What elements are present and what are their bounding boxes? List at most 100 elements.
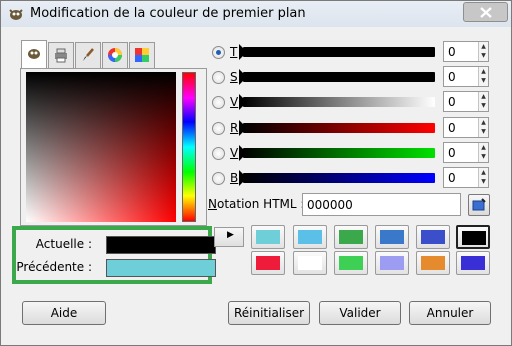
add-to-history-button[interactable]: ▶ [214,227,244,247]
history-swatch[interactable] [293,225,327,249]
hue-strip[interactable] [182,72,196,222]
slider-spinbox-0[interactable]: 0 ▲ ▼ [443,41,489,62]
titlebar: Modification de la couleur de premier pl… [1,1,511,27]
current-color-swatch [106,236,216,254]
slider-radio-4[interactable] [212,147,225,160]
html-notation-label: Notation HTML : [208,197,305,211]
spin-arrows[interactable]: ▲ ▼ [478,118,488,137]
slider-spinbox-1[interactable]: 0 ▲ ▼ [443,66,489,87]
history-swatch[interactable] [375,251,409,275]
saturation-value-area[interactable] [26,72,176,222]
slider-radio-0[interactable] [212,46,225,59]
color-comparison: Actuelle : Précédente : [12,226,216,284]
slider-radio-3[interactable] [212,122,225,135]
history-swatch-color [462,231,486,245]
spin-arrows[interactable]: ▲ ▼ [478,67,488,86]
spin-arrows[interactable]: ▲ ▼ [478,92,488,111]
html-notation-input[interactable]: 000000 [302,193,461,216]
history-swatch[interactable] [293,251,327,275]
tab-color-wheel[interactable] [102,42,128,68]
tab-gimp[interactable] [21,40,47,69]
tab-brush[interactable] [75,42,101,68]
spinbox-value: 0 [448,45,456,59]
spin-arrows[interactable]: ▲ ▼ [478,143,488,162]
spinbox-value: 0 [448,121,456,135]
current-color-label: Actuelle : [35,237,92,251]
history-swatch[interactable] [251,251,285,275]
slider-spinbox-5[interactable]: 0 ▲ ▼ [443,167,489,188]
slider-bar-2[interactable] [243,97,435,107]
history-swatch[interactable] [334,225,368,249]
history-swatch[interactable] [416,251,450,275]
spin-up-icon[interactable]: ▲ [479,67,488,76]
slider-bar-4[interactable] [243,148,435,158]
history-swatch[interactable] [251,225,285,249]
cancel-button[interactable]: Annuler [409,301,491,325]
history-swatch-color [461,256,485,270]
history-swatch[interactable] [375,225,409,249]
slider-bar-3[interactable] [243,123,435,133]
slider-label-3: R [230,121,239,135]
spinbox-value: 0 [448,171,456,185]
tab-palette[interactable] [129,42,155,68]
slider-bar-1[interactable] [243,72,435,82]
gimp-icon [9,9,23,20]
slider-bar-0[interactable] [243,47,435,57]
spin-up-icon[interactable]: ▲ [479,92,488,101]
play-arrow-icon: ▶ [227,230,234,240]
spin-down-icon[interactable]: ▼ [479,152,488,161]
spin-up-icon[interactable]: ▲ [479,118,488,127]
color-wheel-icon [108,48,122,62]
spin-up-icon[interactable]: ▲ [479,168,488,177]
spin-arrows[interactable]: ▲ ▼ [478,168,488,187]
history-swatch-color [421,256,445,270]
slider-label-1: S [230,70,238,84]
reset-button[interactable]: Réinitialiser [228,301,310,325]
window-title: Modification de la couleur de premier pl… [30,6,306,21]
previous-color-label: Précédente : [16,260,92,274]
spinbox-value: 0 [448,70,456,84]
slider-radio-1[interactable] [212,71,225,84]
history-swatch-color [380,256,404,270]
history-swatch-color [380,230,404,244]
history-swatch-color [298,256,322,270]
slider-spinbox-2[interactable]: 0 ▲ ▼ [443,91,489,112]
history-swatch[interactable] [416,225,450,249]
spin-down-icon[interactable]: ▼ [479,76,488,85]
history-swatch[interactable] [334,251,368,275]
history-swatch-color [256,230,280,244]
spin-down-icon[interactable]: ▼ [479,127,488,136]
spinbox-value: 0 [448,146,456,160]
color-dialog: Modification de la couleur de premier pl… [0,0,512,346]
spin-arrows[interactable]: ▲ ▼ [478,42,488,61]
spin-down-icon[interactable]: ▼ [479,101,488,110]
previous-color-swatch[interactable] [106,259,216,277]
spin-up-icon[interactable]: ▲ [479,42,488,51]
tab-printer[interactable] [48,42,74,68]
slider-label-5: B [230,171,239,185]
history-swatch[interactable] [456,251,490,275]
slider-radio-5[interactable] [212,172,225,185]
slider-radio-2[interactable] [212,96,225,109]
gimp-icon [28,49,40,59]
spin-down-icon[interactable]: ▼ [479,177,488,186]
slider-label-2: V [230,95,239,109]
palette-icon [135,48,149,62]
close-button[interactable] [463,2,508,22]
slider-spinbox-3[interactable]: 0 ▲ ▼ [443,117,489,138]
history-swatch-color [421,230,445,244]
history-swatch-color [298,230,322,244]
slider-spinbox-4[interactable]: 0 ▲ ▼ [443,142,489,163]
spin-down-icon[interactable]: ▼ [479,51,488,60]
help-button[interactable]: Aide [22,301,106,325]
ok-button[interactable]: Valider [319,301,401,325]
slider-bar-5[interactable] [243,173,435,183]
slider-label-0: T [230,45,238,59]
history-swatch[interactable] [456,225,490,249]
eyedropper-icon [472,198,486,211]
printer-icon [55,48,67,63]
slider-label-4: V [230,146,239,160]
spin-up-icon[interactable]: ▲ [479,143,488,152]
close-icon [480,7,492,18]
color-picker-button[interactable] [468,194,490,216]
